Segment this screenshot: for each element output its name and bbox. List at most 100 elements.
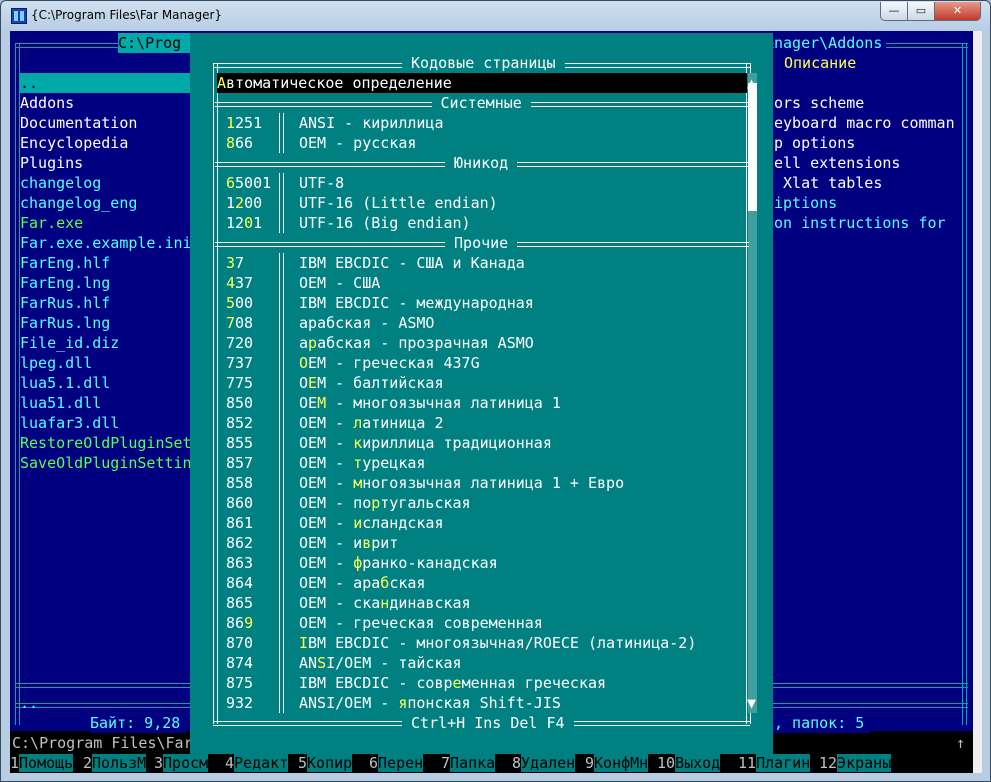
codepage-item[interactable]: OEM - кириллица традиционная — [299, 433, 552, 453]
file-row[interactable]: Plugins — [20, 153, 192, 173]
codepage-item[interactable]: OEM - исландская — [299, 513, 444, 533]
hotkey-char: I — [299, 634, 309, 652]
codepage-number-cell: 861 — [226, 513, 253, 533]
codepage-number-cell: 1201 — [226, 213, 262, 233]
keybar-key-label: Просм — [163, 754, 209, 772]
description-row[interactable]: Xlat tables — [774, 173, 964, 193]
scroll-down-icon[interactable]: ▼ — [747, 693, 757, 713]
description-row[interactable]: on instructions for — [774, 213, 964, 233]
file-row[interactable]: .. — [20, 73, 191, 93]
codepage-item[interactable]: OEM - греческая современная — [299, 613, 543, 633]
far-manager-icon — [11, 8, 27, 24]
keybar-key-label: Экраны — [837, 754, 892, 772]
codepage-description: OEM - греческая современная — [299, 614, 543, 632]
keybar-key[interactable]: 10Выход — [657, 753, 721, 773]
codepage-item[interactable]: OEM - многоязычная латиница 1 — [299, 393, 561, 413]
keybar-key[interactable]: 4Редакт — [225, 753, 289, 773]
codepage-item[interactable]: арабская - прозрачная ASMO — [299, 333, 534, 353]
keybar-key[interactable]: 7Папка — [441, 753, 496, 773]
codepage-description: OEM - по — [299, 494, 372, 512]
file-row[interactable]: FarEng.lng — [20, 273, 192, 293]
codepage-item[interactable]: ANSI - кириллица — [299, 113, 444, 133]
file-row[interactable]: Addons — [20, 93, 192, 113]
codepage-item[interactable]: OEM - иврит — [299, 533, 398, 553]
codepage-description: OEM - — [299, 554, 354, 572]
keybar-key[interactable]: 11Плагин — [738, 753, 811, 773]
scroll-up-icon[interactable]: ▲ — [747, 73, 757, 93]
codepage-item[interactable]: OEM - турецкая — [299, 453, 425, 473]
command-line-scroll-icon[interactable]: ↑ — [956, 733, 968, 753]
keybar-key[interactable]: 9КонфМн — [585, 753, 649, 773]
file-row[interactable]: lua51.dll — [20, 393, 192, 413]
file-row[interactable]: Far.exe — [20, 213, 192, 233]
right-panel-path[interactable]: nager\Addons — [774, 33, 886, 53]
close-button[interactable]: ✕ — [934, 2, 981, 21]
console-area[interactable]: C:\Prog.. Addons Documentation Encyclopedia… — [10, 31, 982, 773]
codepage-item[interactable]: OEM - франко-канадская — [299, 553, 498, 573]
command-line[interactable]: C:\Program Files\Far — [12, 733, 190, 753]
keybar-key[interactable]: 12Экраны — [819, 753, 892, 773]
description-row[interactable]: eyboard macro comman — [774, 113, 964, 133]
hotkey-char: 3 — [226, 254, 236, 272]
description-row[interactable]: ell extensions — [774, 153, 964, 173]
file-row[interactable]: FarRus.lng — [20, 313, 192, 333]
codepage-item[interactable]: IBM EBCDIC - международная — [299, 293, 534, 313]
codepage-item[interactable]: OEM - греческая 437G — [299, 353, 480, 373]
description-row[interactable]: iptions — [774, 193, 964, 213]
keybar-key[interactable]: 3Просм — [154, 753, 209, 773]
codepage-item[interactable]: OEM - португальская — [299, 493, 471, 513]
codepage-item[interactable]: OEM - арабская — [299, 573, 425, 593]
file-row[interactable]: SaveOldPluginSettin — [20, 453, 192, 473]
file-row[interactable]: changelog — [20, 173, 192, 193]
keybar-key-label: Помощь — [19, 754, 74, 772]
codepage-description: ранко-канадская — [362, 554, 498, 572]
codepage-item[interactable]: OEM - многоязычная латиница 1 + Евро — [299, 473, 624, 493]
codepage-item[interactable]: UTF-16 (Big endian) — [299, 213, 471, 233]
file-row[interactable]: Documentation — [20, 113, 192, 133]
codepage-item-auto[interactable]: Автоматическое определение — [217, 73, 747, 93]
codepage-description: OEM - — [299, 474, 354, 492]
codepage-item[interactable]: ANSI/OEM - тайская — [299, 653, 462, 673]
description-row[interactable]: ors scheme — [774, 93, 964, 113]
keybar-key[interactable]: 2ПользМ — [83, 753, 147, 773]
keybar-key[interactable]: 1Помощь — [10, 753, 74, 773]
hotkey-char: А — [217, 74, 227, 92]
description-row[interactable]: p options — [774, 133, 964, 153]
codepage-item[interactable]: OEM - балтийская — [299, 373, 444, 393]
keybar-key[interactable]: 6Перен — [369, 753, 424, 773]
codepage-item[interactable]: OEM - США — [299, 273, 380, 293]
codepage-item[interactable]: OEM - русская — [299, 133, 416, 153]
codepage-item[interactable]: OEM - латиница 2 — [299, 413, 444, 433]
keybar-key[interactable]: 8Удален — [512, 753, 576, 773]
title-bar[interactable]: {C:\Program Files\Far Manager} — ▭ ✕ — [1, 1, 990, 31]
hotkey-char: 6 — [226, 174, 236, 192]
file-row[interactable]: RestoreOldPluginSet — [20, 433, 192, 453]
keybar-key[interactable]: 5Копир — [298, 753, 353, 773]
file-row[interactable]: luafar3.dll — [20, 413, 192, 433]
hotkey-char: к — [353, 434, 363, 452]
file-row[interactable]: File_id.diz — [20, 333, 192, 353]
codepage-item[interactable]: IBM EBCDIC - США и Канада — [299, 253, 525, 273]
codepage-item[interactable]: UTF-8 — [299, 173, 344, 193]
file-row[interactable]: lua5.1.dll — [20, 373, 192, 393]
file-row[interactable]: Encyclopedia — [20, 133, 192, 153]
file-row[interactable]: lpeg.dll — [20, 353, 192, 373]
codepage-item[interactable]: OEM - скандинавская — [299, 593, 471, 613]
keybar-key-label: Редакт — [234, 754, 289, 772]
file-row[interactable]: FarEng.hlf — [20, 253, 192, 273]
codepage-description: OEM - ска — [299, 594, 381, 612]
codepage-item[interactable]: ANSI/OEM - японская Shift-JIS — [299, 693, 561, 713]
left-panel-path[interactable]: C:\Prog — [118, 33, 190, 53]
maximize-button[interactable]: ▭ — [907, 2, 935, 21]
codepage-item[interactable]: IBM EBCDIC - многоязычная/ROECE (латиниц… — [299, 633, 696, 653]
codepage-item[interactable]: арабская - ASMO — [299, 313, 434, 333]
codepage-item[interactable]: UTF-16 (Little endian) — [299, 193, 498, 213]
minimize-button[interactable]: — — [880, 2, 908, 21]
codepage-item[interactable]: IBM EBCDIC - современная греческая — [299, 673, 606, 693]
codepage-description: атиница 2 — [362, 414, 444, 432]
file-row[interactable]: changelog_eng — [20, 193, 192, 213]
console-scrollbar[interactable] — [973, 31, 982, 773]
dialog-scrollbar-thumb[interactable] — [748, 83, 757, 211]
file-row[interactable]: Far.exe.example.ini — [20, 233, 192, 253]
file-row[interactable]: FarRus.hlf — [20, 293, 192, 313]
